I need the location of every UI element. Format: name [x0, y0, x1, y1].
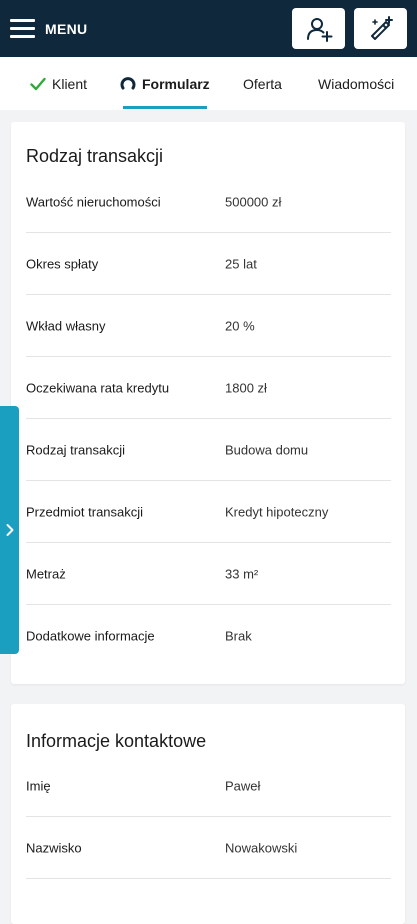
contact-card: Informacje kontaktowe Imię Paweł Nazwisk… [11, 704, 405, 924]
row-value: Kredyt hipoteczny [225, 504, 329, 519]
detail-row: Wkład własny 20 % [26, 295, 391, 357]
menu-label: MENU [45, 21, 88, 37]
add-user-button[interactable] [292, 8, 345, 49]
hamburger-icon [10, 19, 35, 39]
tab-label: Oferta [243, 75, 282, 92]
detail-row: Metraż 33 m² [26, 543, 391, 605]
side-drawer-handle[interactable] [0, 406, 19, 654]
chevron-right-icon [6, 524, 13, 536]
row-label: Okres spłaty [26, 256, 99, 271]
row-label: Wkład własny [26, 318, 106, 333]
tab-label: Klient [52, 75, 88, 92]
row-label: Imię [26, 778, 51, 793]
card-title: Rodzaj transakcji [26, 146, 164, 166]
top-bar: MENU [0, 0, 417, 57]
tab-formularz[interactable]: Formularz [120, 57, 210, 110]
tab-klient[interactable]: Klient [30, 57, 87, 110]
loading-arc-icon [120, 76, 136, 92]
detail-row: Przedmiot transakcji Kredyt hipoteczny [26, 481, 391, 543]
row-value: 20 % [225, 318, 255, 333]
detail-row: Rodzaj transakcji Budowa domu [26, 419, 391, 481]
row-label: Wartość nieruchomości [26, 194, 161, 209]
row-value: 500000 zł [225, 194, 282, 209]
card-title: Informacje kontaktowe [26, 731, 207, 751]
magic-wand-icon [370, 15, 393, 40]
row-value: 25 lat [225, 256, 257, 271]
row-label: Metraż [26, 566, 66, 581]
row-value: 1800 zł [225, 380, 267, 395]
tab-label: Wiadomości [318, 75, 395, 92]
row-label: Oczekiwana rata kredytu [26, 380, 170, 395]
row-value: Brak [225, 628, 252, 644]
row-value: Budowa domu [225, 442, 309, 457]
check-icon [30, 77, 46, 91]
menu-button[interactable]: MENU [10, 15, 87, 43]
active-tab-indicator [123, 106, 207, 109]
transaction-card: Rodzaj transakcji Wartość nieruchomości … [11, 122, 405, 684]
detail-row: Wartość nieruchomości 500000 zł [26, 171, 391, 233]
add-user-icon [306, 17, 332, 42]
row-value: 33 m² [225, 566, 259, 581]
row-label: Rodzaj transakcji [26, 442, 125, 457]
tab-wiadomosci[interactable]: Wiadomości [318, 57, 394, 110]
detail-row: Imię Paweł [26, 755, 391, 817]
detail-row: Dodatkowe informacje Brak [26, 605, 391, 667]
detail-row: Oczekiwana rata kredytu 1800 zł [26, 357, 391, 419]
tab-bar: Klient Formularz Oferta Wiadomości [0, 57, 417, 110]
magic-edit-button[interactable] [354, 8, 407, 49]
tab-oferta[interactable]: Oferta [243, 57, 282, 110]
row-label: Przedmiot transakcji [26, 504, 144, 519]
row-label: Nazwisko [26, 840, 82, 855]
tab-label: Formularz [142, 75, 210, 92]
row-value: Paweł [225, 778, 261, 793]
row-label: Dodatkowe informacje [26, 628, 155, 644]
row-value: Nowakowski [225, 840, 298, 855]
detail-row: Nazwisko Nowakowski [26, 817, 391, 879]
detail-row: Okres spłaty 25 lat [26, 233, 391, 295]
